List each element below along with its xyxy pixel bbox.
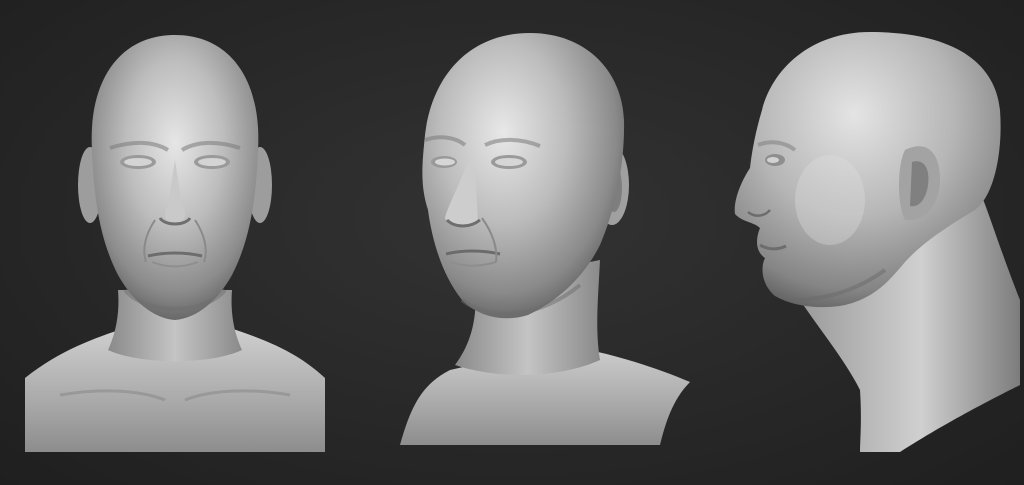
- head-profile-view: [734, 32, 1020, 452]
- sculpt-render: [25, 32, 1020, 452]
- head-front-view: [25, 35, 325, 452]
- viewport-canvas: [0, 0, 1024, 485]
- head-three-quarter-view: [400, 33, 690, 445]
